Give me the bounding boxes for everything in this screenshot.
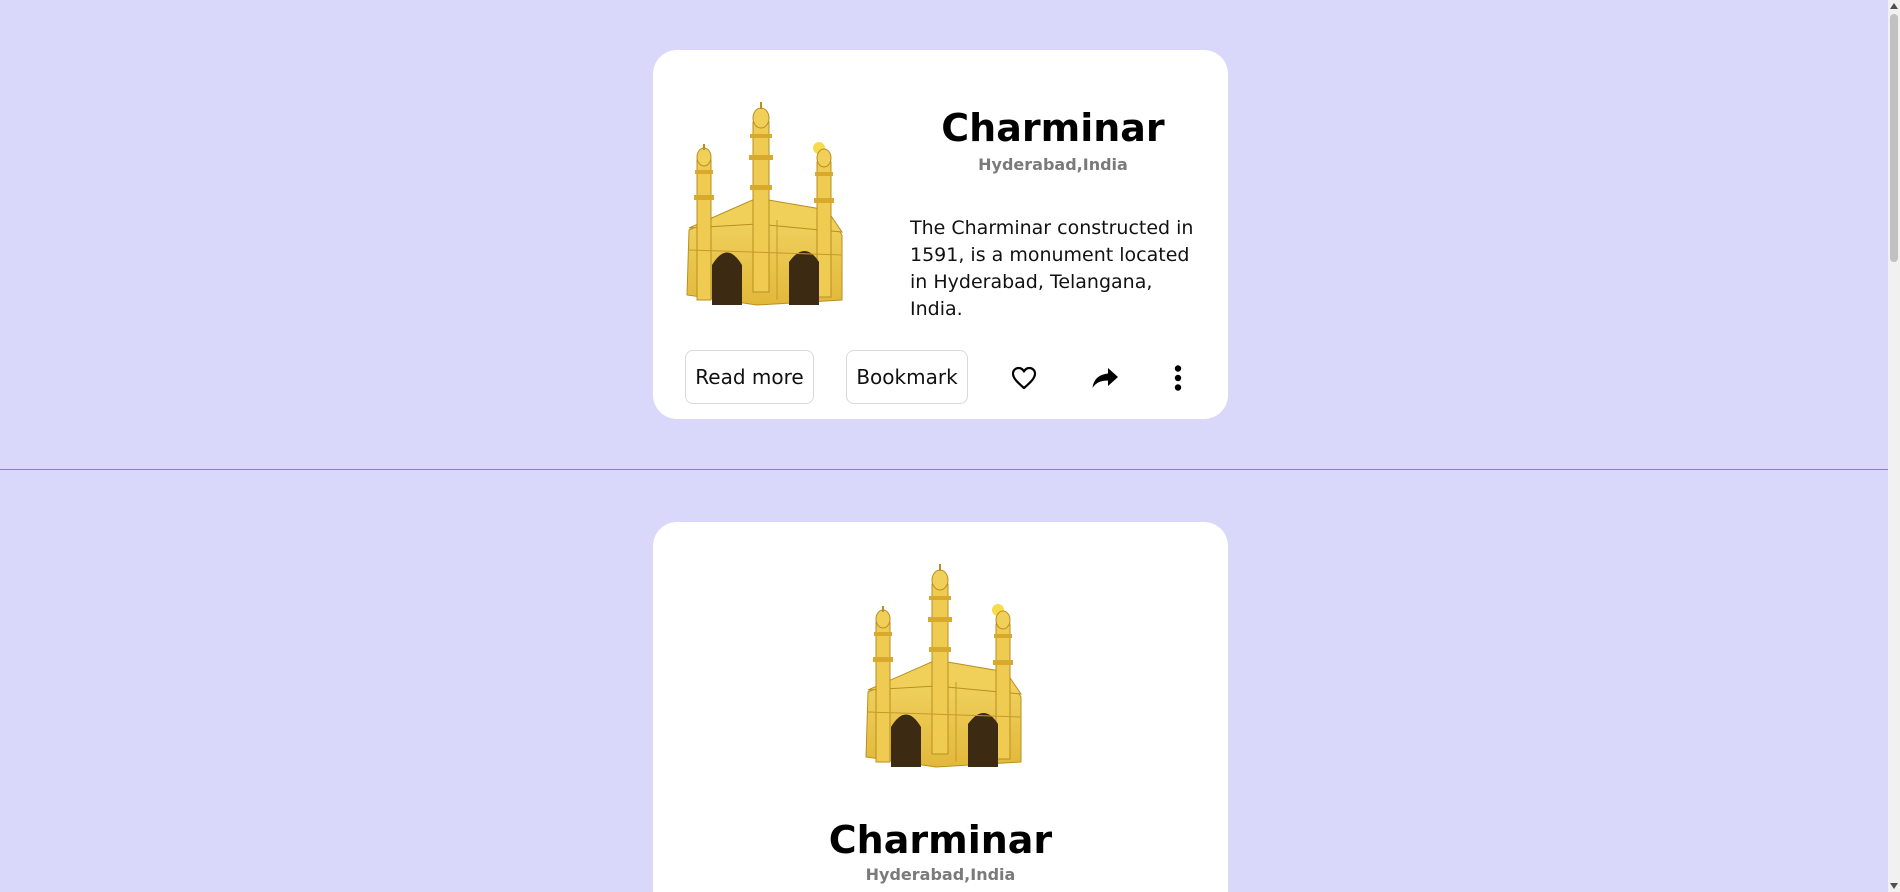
card-location: Hyderabad,India xyxy=(865,865,1016,884)
scrollbar-thumb[interactable] xyxy=(1890,14,1898,262)
vertical-scrollbar[interactable] xyxy=(1888,0,1900,892)
charminar-illustration xyxy=(865,564,1023,768)
read-more-button[interactable]: Read more xyxy=(685,350,814,404)
scroll-up-arrow-icon[interactable] xyxy=(1888,0,1900,12)
share-icon[interactable] xyxy=(1087,360,1123,396)
page-viewport: Charminar Hyderabad,India The Charminar … xyxy=(0,0,1888,892)
card-title: Charminar xyxy=(941,106,1165,150)
section-divider xyxy=(0,469,1888,470)
heart-icon[interactable] xyxy=(1006,360,1042,396)
bookmark-button[interactable]: Bookmark xyxy=(846,350,968,404)
card-description: The Charminar constructed in 1591, is a … xyxy=(910,217,1194,320)
card-location: Hyderabad,India xyxy=(978,155,1128,174)
scroll-down-arrow-icon[interactable] xyxy=(1888,880,1900,892)
monument-card: Charminar Hyderabad,India xyxy=(653,522,1228,892)
more-vertical-icon[interactable] xyxy=(1160,360,1196,396)
charminar-illustration xyxy=(686,102,844,306)
card-title: Charminar xyxy=(828,818,1053,862)
monument-card: Charminar Hyderabad,India The Charminar … xyxy=(653,50,1228,419)
